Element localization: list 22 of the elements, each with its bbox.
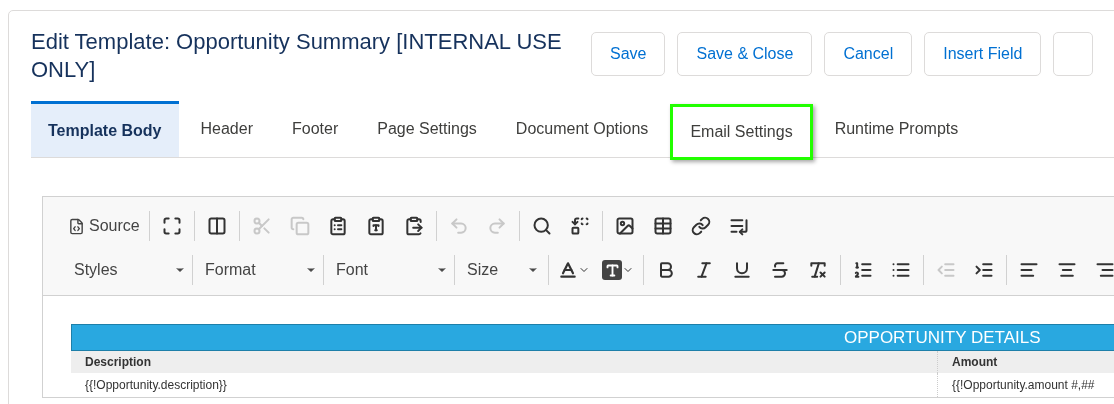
table-cell: {{!Opportunity.description}} [71,373,938,397]
tab[interactable]: Document Options [498,101,666,157]
table-title-bar: OPPORTUNITY DETAILS [71,324,1114,351]
source-button[interactable]: Source [62,211,146,241]
dropdown[interactable]: Font [324,255,455,285]
tab[interactable]: Runtime Prompts [817,101,976,157]
table-cell: {{!Opportunity.amount #,## [938,373,1114,397]
action-button[interactable]: Save [591,32,666,76]
tab[interactable]: Header [183,101,270,157]
dropdown[interactable]: Styles [62,255,193,285]
tab[interactable]: Page Settings [360,101,494,157]
action-button[interactable]: Insert Field [924,32,1042,76]
dropdown[interactable]: Format [193,255,324,285]
action-button[interactable]: Save & Close [677,32,813,76]
dropdown[interactable]: Size [455,255,545,285]
tab[interactable]: Footer [275,101,356,157]
column-header: Description [71,351,938,373]
tab[interactable]: Template Body [31,101,179,157]
page-title: Edit Template: Opportunity Summary [INTERNAL USE ONLY] [31,28,563,84]
column-header: Amount [938,351,1114,373]
action-button[interactable]: Cancel [824,32,913,76]
tab[interactable]: Email Settings [670,104,813,160]
